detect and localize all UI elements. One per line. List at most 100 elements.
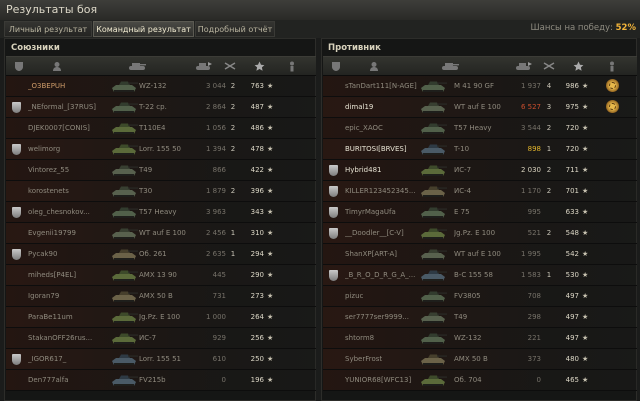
tab-personal-result[interactable]: Личный результат bbox=[4, 21, 92, 37]
enemies-player-row[interactable]: __Doodler__[C-V] Jg.Pz. E 100 521 2 548 ★ bbox=[323, 223, 637, 244]
xp-star-icon[interactable] bbox=[567, 57, 589, 75]
enemies-player-row[interactable]: ser7777ser9999... T49 298 497 ★ bbox=[323, 307, 637, 328]
achievement-medal-icon[interactable] bbox=[606, 100, 619, 113]
kills-value: 1 bbox=[546, 145, 552, 153]
enemies-header-row bbox=[323, 56, 637, 76]
tank-icon[interactable] bbox=[439, 57, 461, 75]
enemies-player-row[interactable]: Hybrid481 ИС-7 2 030 2 711 ★ bbox=[323, 160, 637, 181]
allies-player-row[interactable]: _O3BEPUH WZ-132 3 044 2 763 ★ bbox=[6, 76, 316, 97]
tank-silhouette-icon bbox=[419, 372, 447, 388]
allies-player-row[interactable]: _IGOR617_ Lorr. 155 51 610 250 ★ bbox=[6, 349, 316, 370]
xp-star-icon: ★ bbox=[267, 229, 274, 237]
allies-player-row[interactable]: welimorg Lorr. 155 50 1 394 2 478 ★ bbox=[6, 139, 316, 160]
clan-icon[interactable] bbox=[8, 57, 30, 75]
allies-player-row[interactable]: Igoran79 AMX 50 B 731 273 ★ bbox=[6, 286, 316, 307]
damage-value: 221 bbox=[527, 334, 541, 342]
kills-value bbox=[542, 328, 556, 348]
xp-star-icon: ★ bbox=[267, 103, 274, 111]
xp-value: 310 bbox=[250, 229, 264, 237]
enemies-player-row[interactable]: shtorm8 WZ-132 221 497 ★ bbox=[323, 328, 637, 349]
tank-silhouette-icon bbox=[110, 351, 138, 367]
kills-icon[interactable] bbox=[538, 57, 560, 75]
enemies-player-row[interactable]: sTanDart111[N-AGE] M 41 90 GF 1 937 4 986 ★ bbox=[323, 76, 637, 97]
tank-silhouette-icon bbox=[419, 351, 447, 367]
xp-star-icon: ★ bbox=[267, 250, 274, 258]
damage-value: 6 527 bbox=[520, 103, 541, 111]
xp-star-icon[interactable] bbox=[248, 57, 270, 75]
allies-player-row[interactable]: ParaBe11um Jg.Pz. E 100 1 000 264 ★ bbox=[6, 307, 316, 328]
kills-value bbox=[542, 307, 556, 327]
status-icon[interactable] bbox=[281, 57, 303, 75]
clan-icon[interactable] bbox=[325, 57, 347, 75]
xp-value: 396 bbox=[250, 187, 264, 195]
damage-value: 2 635 bbox=[205, 250, 226, 258]
damage-icon[interactable] bbox=[513, 57, 535, 75]
tank-silhouette-icon bbox=[419, 204, 447, 220]
allies-title: Союзники bbox=[11, 43, 60, 53]
kills-value: 2 bbox=[546, 187, 552, 195]
player-icon[interactable] bbox=[46, 57, 68, 75]
clan-emblem-icon bbox=[12, 102, 21, 113]
enemies-player-row[interactable]: KILLER123452345... ИС-4 1 170 2 701 ★ bbox=[323, 181, 637, 202]
damage-icon[interactable] bbox=[193, 57, 215, 75]
allies-player-row[interactable]: Evgenii19799 WT auf E 100 2 456 1 310 ★ bbox=[6, 223, 316, 244]
player-name: Evgenii19799 bbox=[28, 229, 76, 237]
tank-silhouette-icon bbox=[110, 162, 138, 178]
allies-player-row[interactable]: miheds[P4EL] AMX 13 90 445 290 ★ bbox=[6, 265, 316, 286]
enemies-player-row[interactable]: pizuc FV3805 708 497 ★ bbox=[323, 286, 637, 307]
win-chance-label: Шансы на победу: bbox=[530, 23, 613, 33]
tank-silhouette-icon bbox=[110, 183, 138, 199]
xp-value: 975 bbox=[565, 103, 579, 111]
status-icon[interactable] bbox=[601, 57, 623, 75]
enemies-player-row[interactable]: _B_R_O_D_R_G_A_... B-C 155 58 1 583 1 530 ★ bbox=[323, 265, 637, 286]
achievement-medal-icon[interactable] bbox=[606, 79, 619, 92]
tank-silhouette-icon bbox=[419, 267, 447, 283]
allies-player-row[interactable]: oleg_chesnokov... T57 Heavy 3 963 343 ★ bbox=[6, 202, 316, 223]
xp-star-icon: ★ bbox=[267, 334, 274, 342]
allies-player-row[interactable]: korostenets T30 1 879 2 396 ★ bbox=[6, 181, 316, 202]
xp-star-icon: ★ bbox=[267, 145, 274, 153]
enemies-player-row[interactable]: epic_XAOC T57 Heavy 3 544 2 720 ★ bbox=[323, 118, 637, 139]
tank-silhouette-icon bbox=[110, 309, 138, 325]
enemies-player-row[interactable]: SyberFrost AMX 50 B 373 480 ★ bbox=[323, 349, 637, 370]
tab-team-result[interactable]: Командный результат bbox=[93, 21, 194, 37]
enemies-player-row[interactable]: TimyrMagaUfa E 75 995 633 ★ bbox=[323, 202, 637, 223]
xp-value: 497 bbox=[565, 292, 579, 300]
xp-star-icon: ★ bbox=[267, 313, 274, 321]
damage-value: 610 bbox=[212, 355, 226, 363]
damage-value: 3 963 bbox=[205, 208, 226, 216]
allies-player-row[interactable]: Vintorez_55 T49 866 422 ★ bbox=[6, 160, 316, 181]
tank-silhouette-icon bbox=[110, 372, 138, 388]
tank-silhouette-icon bbox=[419, 120, 447, 136]
allies-player-row[interactable]: _NEformal_[37RUS] T-22 ср. 2 864 2 487 ★ bbox=[6, 97, 316, 118]
xp-value: 290 bbox=[250, 271, 264, 279]
tab-detailed-report[interactable]: Подробный отчёт bbox=[195, 21, 275, 37]
xp-star-icon: ★ bbox=[267, 82, 274, 90]
xp-star-icon: ★ bbox=[267, 208, 274, 216]
tank-silhouette-icon bbox=[419, 225, 447, 241]
enemies-player-row[interactable]: BURITOSI[BRVES] T-10 898 1 720 ★ bbox=[323, 139, 637, 160]
enemies-panel: Противник sTanDart111[N-AGE] M 41 90 GF 1 … bbox=[321, 38, 637, 401]
xp-star-icon: ★ bbox=[582, 229, 589, 237]
enemies-player-row[interactable]: dimal19 WT auf E 100 6 527 3 975 ★ bbox=[323, 97, 637, 118]
kills-icon[interactable] bbox=[219, 57, 241, 75]
damage-value: 898 bbox=[527, 145, 541, 153]
xp-value: 711 bbox=[565, 166, 579, 174]
tank-icon[interactable] bbox=[126, 57, 148, 75]
allies-player-row[interactable]: DJEK0007[CONIS] T110E4 1 056 2 486 ★ bbox=[6, 118, 316, 139]
xp-value: 486 bbox=[250, 124, 264, 132]
allies-player-row[interactable]: Pycak90 Об. 261 2 635 1 294 ★ bbox=[6, 244, 316, 265]
enemies-player-row[interactable]: YUNIOR68[WFC13] Об. 704 0 465 ★ bbox=[323, 370, 637, 391]
clan-emblem-icon bbox=[12, 207, 21, 218]
allies-player-row[interactable]: StakanOFF26rus... ИС-7 929 256 ★ bbox=[6, 328, 316, 349]
tank-silhouette-icon bbox=[419, 288, 447, 304]
allies-player-row[interactable]: Den777alfa FV215b 0 196 ★ bbox=[6, 370, 316, 391]
enemies-player-row[interactable]: ShanXP[ART-A] WT auf E 100 1 995 542 ★ bbox=[323, 244, 637, 265]
kills-value bbox=[542, 202, 556, 222]
player-icon[interactable] bbox=[363, 57, 385, 75]
xp-value: 497 bbox=[565, 334, 579, 342]
clan-emblem-icon bbox=[329, 186, 338, 197]
tank-silhouette-icon bbox=[419, 162, 447, 178]
allies-panel: Союзники _O3BEPUH WZ-132 3 044 2 763 ★ _NEform… bbox=[4, 38, 316, 401]
damage-value: 1 056 bbox=[205, 124, 226, 132]
